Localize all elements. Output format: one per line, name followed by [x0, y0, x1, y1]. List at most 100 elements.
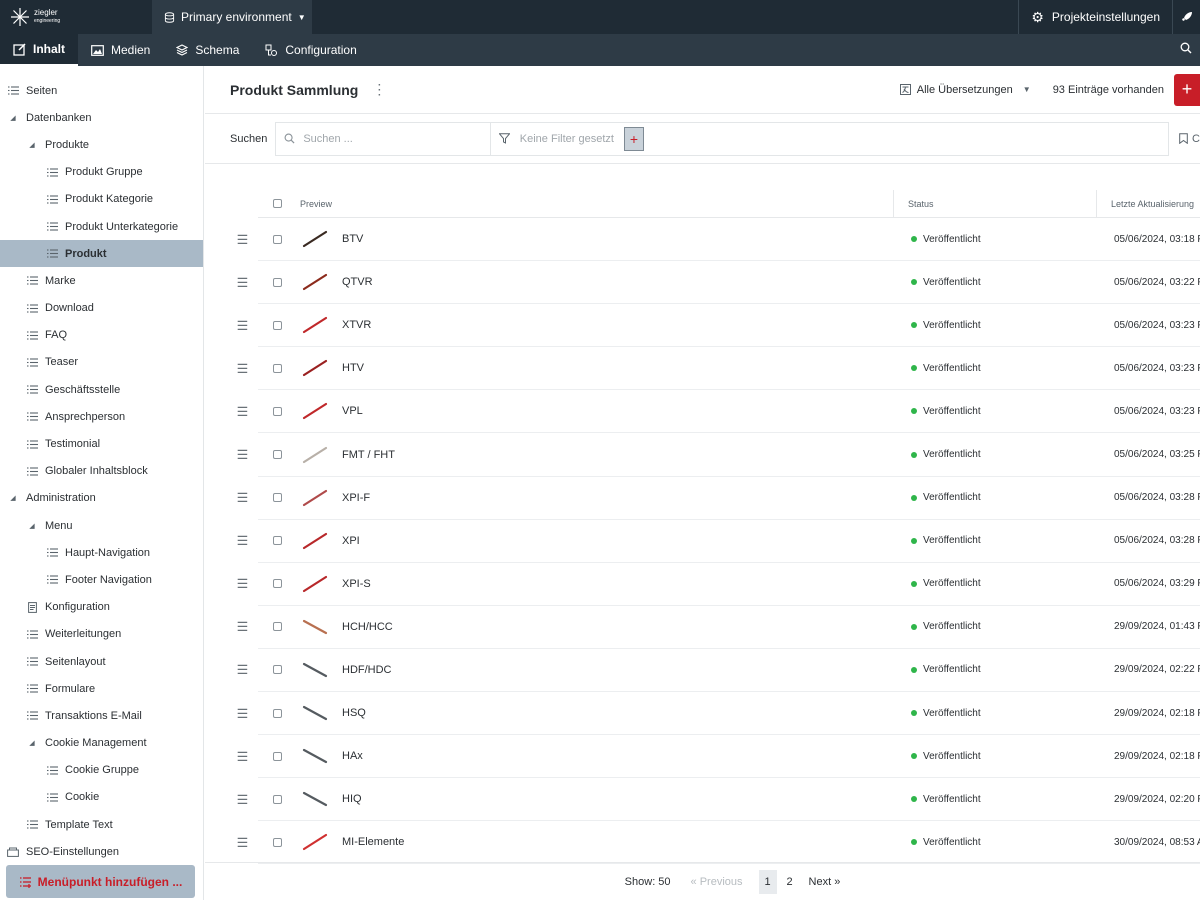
entry-name[interactable]: MI-Elemente: [342, 836, 404, 848]
caret-expanded-icon[interactable]: ◢: [25, 739, 39, 747]
drag-handle-icon[interactable]: ☰: [227, 318, 258, 334]
drag-handle-icon[interactable]: ☰: [227, 275, 258, 291]
sidebar-item[interactable]: ◢ Produkte: [0, 131, 203, 158]
drag-handle-icon[interactable]: ☰: [227, 662, 258, 678]
drag-handle-icon[interactable]: ☰: [227, 792, 258, 808]
drag-handle-icon[interactable]: ☰: [227, 232, 258, 248]
row-checkbox[interactable]: [273, 708, 282, 718]
entry-name[interactable]: HIQ: [342, 793, 362, 805]
caret-expanded-icon[interactable]: ◢: [6, 494, 20, 502]
sidebar-item[interactable]: Produkt Kategorie: [0, 186, 203, 213]
caret-expanded-icon[interactable]: ◢: [6, 114, 20, 122]
sidebar-item[interactable]: ◢ Administration: [0, 485, 203, 512]
entry-name[interactable]: HTV: [342, 362, 364, 374]
sidebar-item[interactable]: Transaktions E-Mail: [0, 702, 203, 729]
entry-name[interactable]: BTV: [342, 233, 363, 245]
rocket-button[interactable]: [1172, 0, 1200, 34]
environment-switcher[interactable]: Primary environment ▼: [152, 0, 312, 34]
drag-handle-icon[interactable]: ☰: [227, 361, 258, 377]
sidebar-item[interactable]: Formulare: [0, 675, 203, 702]
sidebar-item[interactable]: ◢ Datenbanken: [0, 104, 203, 131]
sidebar-item[interactable]: Marke: [0, 267, 203, 294]
drag-handle-icon[interactable]: ☰: [227, 576, 258, 592]
row-checkbox[interactable]: [273, 622, 282, 632]
table-row[interactable]: ☰ XPI-S Veröffentlicht 05/06/2024, 03:29 PM: [227, 563, 1200, 606]
drag-handle-icon[interactable]: ☰: [227, 835, 258, 851]
row-checkbox[interactable]: [273, 320, 282, 330]
drag-handle-icon[interactable]: ☰: [227, 749, 258, 765]
row-checkbox[interactable]: [273, 406, 282, 416]
sidebar-item[interactable]: Seitenlayout: [0, 648, 203, 675]
table-row[interactable]: ☰ MI-Elemente Veröffentlicht 30/09/2024, 08…: [227, 821, 1200, 865]
table-row[interactable]: ☰ HSQ Veröffentlicht 29/09/2024, 02:18 PM: [227, 692, 1200, 736]
table-row[interactable]: ☰ VPL Veröffentlicht 05/06/2024, 03:23 PM: [227, 390, 1200, 434]
sidebar-item[interactable]: Testimonial: [0, 430, 203, 457]
row-checkbox[interactable]: [273, 579, 282, 589]
row-checkbox[interactable]: [273, 277, 282, 287]
entry-name[interactable]: QTVR: [342, 276, 373, 288]
page-size-selector[interactable]: Show: 50: [625, 876, 671, 888]
entry-name[interactable]: HSQ: [342, 707, 366, 719]
table-row[interactable]: ☰ HDF/HDC Veröffentlicht 29/09/2024, 02:22 …: [227, 649, 1200, 693]
sidebar-item[interactable]: Globaler Inhaltsblock: [0, 458, 203, 485]
sidebar-item[interactable]: Seiten: [0, 77, 203, 104]
page-link-2[interactable]: 2: [781, 870, 799, 894]
row-checkbox[interactable]: [273, 234, 282, 244]
entry-name[interactable]: VPL: [342, 405, 363, 417]
sidebar-item[interactable]: Haupt-Navigation: [0, 539, 203, 566]
column-status[interactable]: Status: [893, 189, 1096, 218]
column-preview[interactable]: Preview: [300, 199, 893, 209]
add-filter-button[interactable]: +: [623, 126, 644, 151]
drag-handle-icon[interactable]: ☰: [227, 447, 258, 463]
app-logo[interactable]: ziegler engineering: [0, 0, 152, 34]
sidebar-item[interactable]: FAQ: [0, 322, 203, 349]
entry-name[interactable]: XPI-F: [342, 492, 370, 504]
table-row[interactable]: ☰ XPI Veröffentlicht 05/06/2024, 03:28 PM: [227, 520, 1200, 563]
drag-handle-icon[interactable]: ☰: [227, 404, 258, 420]
search-input[interactable]: Suchen ...: [275, 121, 491, 156]
nav-medien[interactable]: Medien: [78, 34, 163, 66]
table-row[interactable]: ☰ HAx Veröffentlicht 29/09/2024, 02:18 PM: [227, 735, 1200, 779]
global-search-button[interactable]: [1180, 41, 1200, 59]
table-row[interactable]: ☰ FMT / FHT Veröffentlicht 05/06/2024, 03:2…: [227, 433, 1200, 477]
drag-handle-icon[interactable]: ☰: [227, 533, 258, 549]
sidebar-item[interactable]: Produkt Gruppe: [0, 159, 203, 186]
sidebar-item[interactable]: Geschäftsstelle: [0, 376, 203, 403]
next-page-link[interactable]: Next »: [809, 876, 841, 888]
drag-handle-icon[interactable]: ☰: [227, 706, 258, 722]
column-updated[interactable]: Letzte Aktualisierung: [1096, 189, 1200, 218]
row-checkbox[interactable]: [273, 665, 282, 675]
sidebar-item[interactable]: Cookie: [0, 784, 203, 811]
table-row[interactable]: ☰ HIQ Veröffentlicht 29/09/2024, 02:20 PM: [227, 778, 1200, 822]
translation-selector[interactable]: Alle Übersetzungen ▼: [899, 84, 1031, 96]
sidebar-item[interactable]: Produkt: [0, 240, 203, 268]
row-checkbox[interactable]: [273, 751, 282, 761]
sidebar-item[interactable]: Cookie Gruppe: [0, 757, 203, 784]
table-row[interactable]: ☰ XPI-F Veröffentlicht 05/06/2024, 03:28 PM: [227, 477, 1200, 520]
add-menu-item-button[interactable]: Menüpunkt hinzufügen ...: [6, 865, 195, 898]
row-checkbox[interactable]: [273, 837, 282, 847]
sidebar-item[interactable]: Download: [0, 295, 203, 322]
more-options-icon[interactable]: ⋮: [372, 81, 386, 98]
row-checkbox[interactable]: [273, 493, 282, 503]
row-checkbox[interactable]: [273, 450, 282, 460]
sidebar-item[interactable]: SEO-Einstellungen: [0, 838, 203, 865]
sidebar-item[interactable]: Konfiguration: [0, 594, 203, 621]
entry-name[interactable]: HAx: [342, 750, 363, 762]
bookmark-button[interactable]: C: [1179, 133, 1200, 145]
sidebar-item[interactable]: Footer Navigation: [0, 566, 203, 593]
nav-configuration[interactable]: Configuration: [252, 34, 369, 66]
row-checkbox[interactable]: [273, 794, 282, 804]
sidebar-item[interactable]: ◢ Cookie Management: [0, 730, 203, 757]
drag-handle-icon[interactable]: ☰: [227, 490, 258, 506]
previous-page-link[interactable]: « Previous: [691, 876, 743, 888]
sidebar-item[interactable]: Produkt Unterkategorie: [0, 213, 203, 240]
entry-name[interactable]: HCH/HCC: [342, 621, 393, 633]
sidebar-item[interactable]: Ansprechperson: [0, 403, 203, 430]
row-checkbox[interactable]: [273, 536, 282, 546]
row-checkbox[interactable]: [273, 363, 282, 373]
sidebar-item[interactable]: ◢ Menu: [0, 512, 203, 539]
project-settings-button[interactable]: ⚙ Projekteinstellungen: [1018, 0, 1172, 34]
table-row[interactable]: ☰ XTVR Veröffentlicht 05/06/2024, 03:23 PM: [227, 304, 1200, 348]
create-entry-button[interactable]: +: [1174, 73, 1200, 106]
